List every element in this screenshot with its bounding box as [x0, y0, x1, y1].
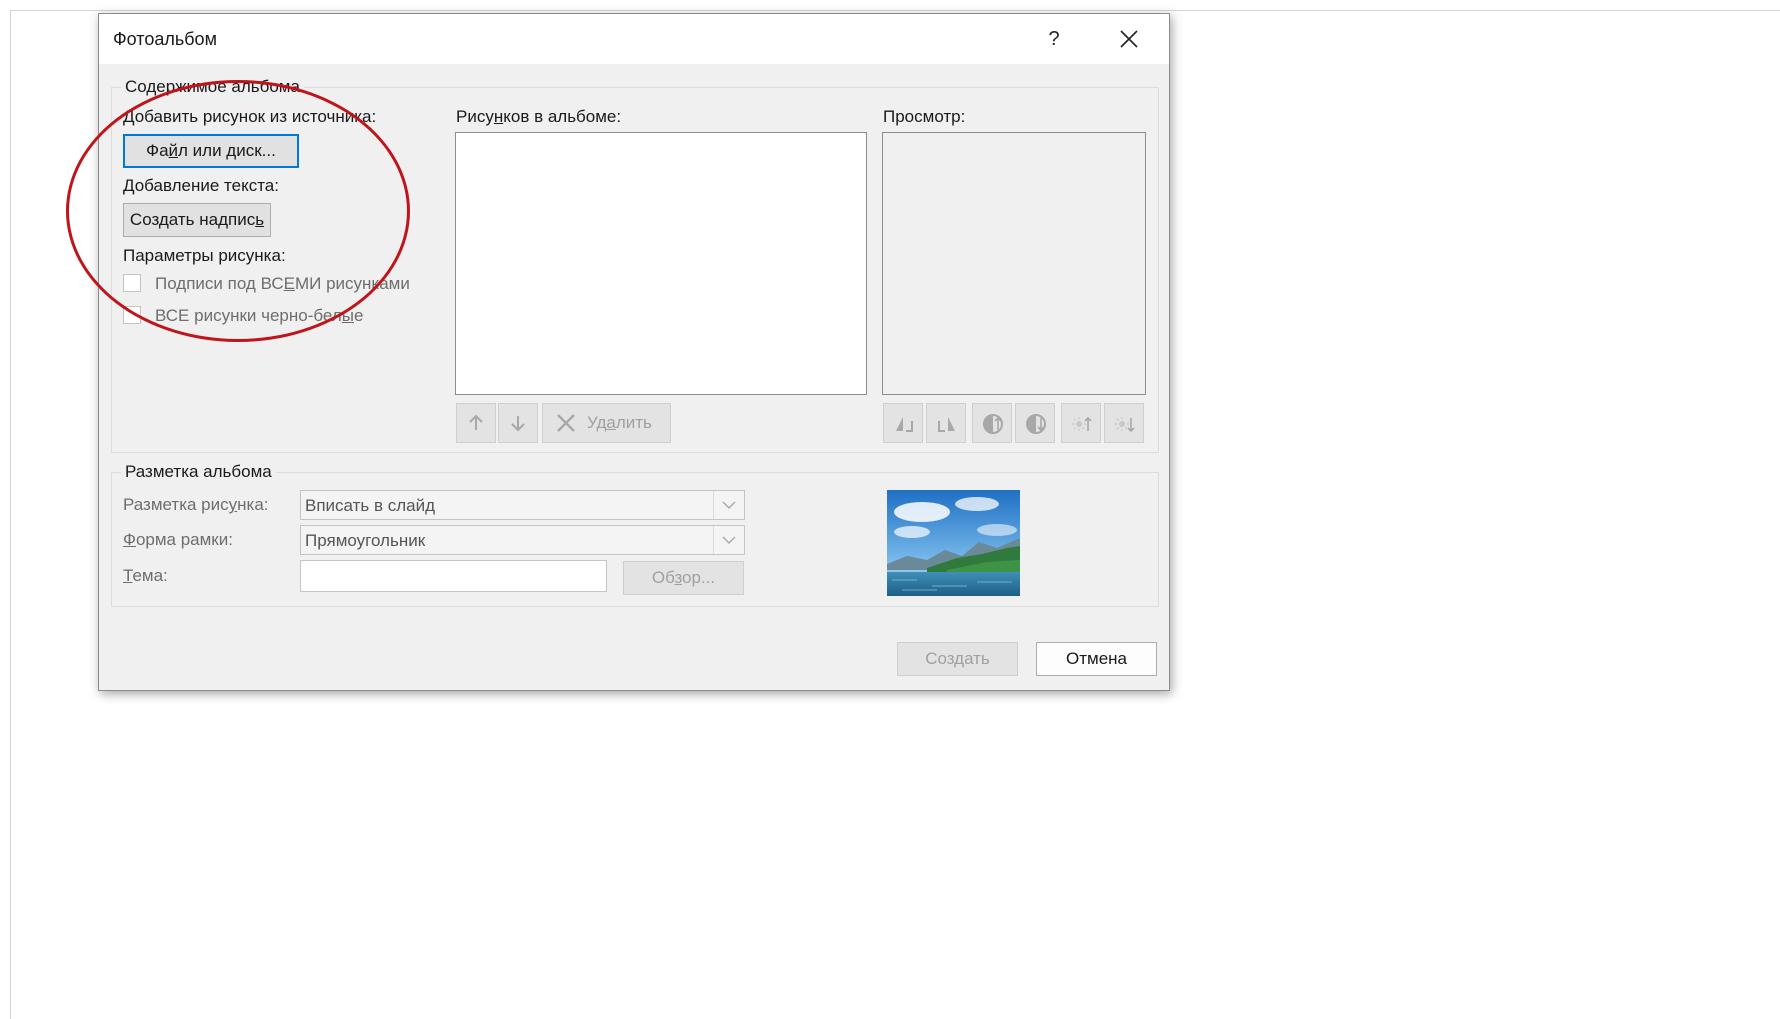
frame-shape-value: Прямоугольник	[305, 531, 426, 550]
captions-text-a: Подписи под ВС	[155, 274, 284, 293]
theme-input[interactable]	[300, 560, 607, 592]
frame-shape-label: Форма рамки:	[123, 530, 233, 550]
dialog-title: Фотоальбом	[113, 29, 217, 49]
rotate-left-icon	[896, 417, 913, 432]
brightness-down-icon	[1115, 417, 1135, 433]
contrast-up-button[interactable]	[972, 403, 1012, 443]
add-picture-label: Добавить рисунок из источника:	[123, 107, 377, 126]
browse-text-b: ор...	[682, 568, 716, 587]
delete-x-icon	[557, 414, 575, 432]
black-white-checkbox[interactable]	[123, 306, 141, 324]
pictures-in-album-list[interactable]	[455, 132, 867, 395]
contrast-down-icon	[1026, 414, 1046, 434]
move-up-button[interactable]	[456, 403, 496, 443]
brightness-up-icon	[1072, 416, 1092, 431]
bw-accel: ы	[341, 306, 354, 325]
browse-button[interactable]: Обзор...	[623, 561, 744, 595]
frame-shape-dropdown[interactable]	[713, 526, 744, 554]
layout-preview-image	[887, 490, 1020, 596]
remove-button[interactable]: Удалить	[542, 403, 671, 443]
browse-text-a: Об	[651, 568, 675, 587]
close-button[interactable]	[1111, 22, 1147, 56]
brightness-up-button[interactable]	[1061, 403, 1101, 443]
arrow-up-icon	[469, 414, 483, 430]
theme-label: Тема:	[123, 566, 168, 586]
rotate-left-button[interactable]	[883, 403, 923, 443]
add-text-label: Добавление текста:	[123, 176, 279, 195]
photo-album-dialog: Фотоальбом ? Содержимое альбома Добавить…	[98, 13, 1170, 691]
chevron-down-icon	[722, 501, 736, 509]
brightness-down-button[interactable]	[1104, 403, 1144, 443]
picture-layout-text-b: нка:	[237, 495, 269, 514]
arrow-down-icon	[511, 416, 525, 432]
theme-text: ема:	[132, 566, 168, 585]
picture-layout-text-a: Разметка рис	[123, 495, 229, 514]
pictures-label-b: ков в альбоме:	[503, 107, 622, 126]
pictures-in-album-label: Рисунков в альбоме:	[456, 107, 621, 127]
dialog-titlebar: Фотоальбом ?	[99, 14, 1169, 64]
pictures-label-accel: н	[493, 107, 504, 126]
file-button-accel: й	[168, 141, 179, 160]
file-button-text-a: Фа	[146, 141, 169, 160]
preview-label: Просмотр:	[883, 107, 966, 126]
new-text-box-button[interactable]: Создать надпись	[123, 203, 271, 237]
album-content-group-title: Содержимое альбома	[121, 77, 304, 97]
remove-accel: а	[606, 413, 616, 432]
picture-options-label: Параметры рисунка:	[123, 246, 286, 265]
picture-layout-select[interactable]: Вписать в слайд	[300, 490, 745, 520]
bw-text-a: ВСЕ рисунки черно-бел	[155, 306, 342, 325]
picture-layout-label: Разметка рисунка:	[123, 495, 269, 515]
rotate-right-button[interactable]	[926, 403, 966, 443]
black-white-checkbox-label: ВСЕ рисунки черно-белые	[155, 306, 363, 326]
picture-layout-value: Вписать в слайд	[305, 496, 436, 515]
chevron-down-icon	[722, 536, 736, 544]
captions-accel: Е	[283, 274, 295, 293]
bw-text-b: е	[353, 306, 364, 325]
remove-button-text: Удалить	[587, 404, 652, 442]
frame-shape-accel: Ф	[123, 530, 136, 549]
captions-checkbox-label: Подписи под ВСЕМИ рисунками	[155, 274, 410, 294]
file-or-disk-button[interactable]: Файл или диск...	[123, 134, 299, 168]
album-layout-group-title: Разметка альбома	[121, 462, 276, 482]
contrast-down-button[interactable]	[1015, 403, 1055, 443]
preview-pane	[882, 132, 1146, 395]
move-down-button[interactable]	[498, 403, 538, 443]
cancel-button[interactable]: Отмена	[1036, 642, 1157, 676]
frame-shape-text: орма рамки:	[135, 530, 233, 549]
close-icon	[1120, 30, 1138, 48]
new-caption-accel: ь	[255, 210, 265, 229]
help-button[interactable]: ?	[1039, 22, 1069, 56]
captions-checkbox[interactable]	[123, 274, 141, 292]
file-button-text-b: л или диск...	[178, 141, 276, 160]
create-button[interactable]: Создать	[897, 642, 1018, 676]
remove-text-b: лить	[615, 413, 652, 432]
remove-text-a: Уд	[587, 413, 607, 432]
picture-layout-accel: у	[228, 495, 238, 514]
captions-text-b: МИ рисунками	[294, 274, 410, 293]
frame-shape-select[interactable]: Прямоугольник	[300, 525, 745, 555]
pictures-label-a: Рису	[456, 107, 494, 126]
browse-accel: з	[674, 568, 683, 587]
rotate-right-icon	[938, 417, 955, 432]
contrast-up-icon	[983, 414, 1003, 434]
new-caption-text: Создать надпис	[129, 210, 256, 229]
picture-layout-dropdown[interactable]	[713, 491, 744, 519]
